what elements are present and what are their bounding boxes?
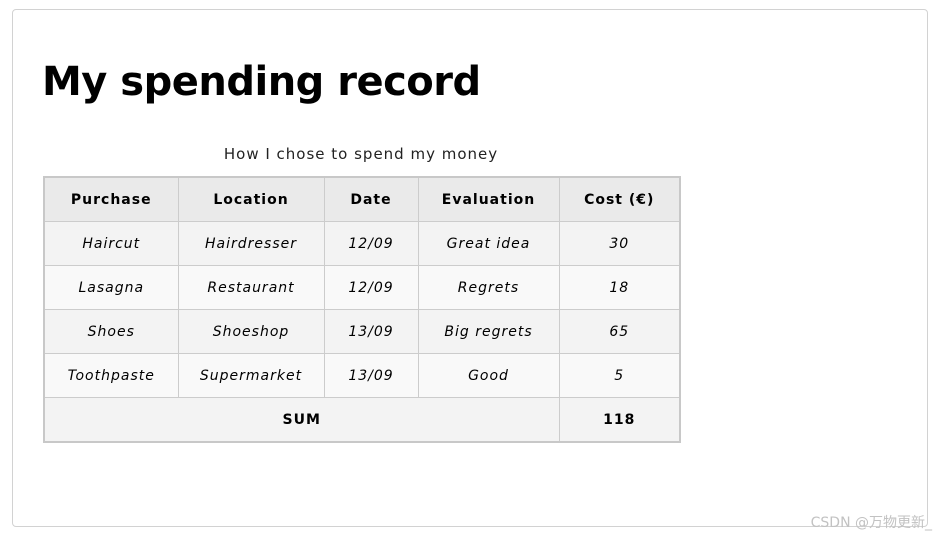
column-header-purchase: Purchase (43, 176, 179, 222)
cell-date: 13/09 (323, 309, 419, 354)
cell-location: Hairdresser (177, 221, 325, 266)
cell-date: 12/09 (323, 221, 419, 266)
table-caption: How I chose to spend my money (223, 145, 499, 163)
table-row: Shoes Shoeshop 13/09 Big regrets 65 (43, 309, 681, 354)
cell-purchase: Shoes (43, 309, 179, 354)
table-footer-row: SUM 118 (43, 397, 681, 443)
cell-date: 12/09 (323, 265, 419, 310)
cell-location: Supermarket (177, 353, 325, 398)
cell-evaluation: Great idea (417, 221, 560, 266)
content-frame: My spending record How I chose to spend … (12, 9, 928, 527)
table-row: Toothpaste Supermarket 13/09 Good 5 (43, 353, 681, 398)
column-header-location: Location (177, 176, 325, 222)
cell-location: Shoeshop (177, 309, 325, 354)
cell-purchase: Toothpaste (43, 353, 179, 398)
spending-table: Purchase Location Date Evaluation Cost (… (43, 176, 681, 443)
cell-location: Restaurant (177, 265, 325, 310)
cell-cost: 30 (558, 221, 681, 266)
table-row: Haircut Hairdresser 12/09 Great idea 30 (43, 221, 681, 266)
column-header-evaluation: Evaluation (417, 176, 560, 222)
cell-evaluation: Big regrets (417, 309, 560, 354)
table-header-row: Purchase Location Date Evaluation Cost (… (43, 176, 681, 222)
cell-purchase: Lasagna (43, 265, 179, 310)
cell-evaluation: Regrets (417, 265, 560, 310)
column-header-cost: Cost (€) (558, 176, 681, 222)
cell-purchase: Haircut (43, 221, 179, 266)
watermark: CSDN @万物更新_ (810, 515, 932, 531)
cell-cost: 5 (558, 353, 681, 398)
sum-label: SUM (43, 397, 560, 443)
table-row: Lasagna Restaurant 12/09 Regrets 18 (43, 265, 681, 310)
cell-evaluation: Good (417, 353, 560, 398)
cell-cost: 18 (558, 265, 681, 310)
sum-total: 118 (558, 397, 681, 443)
cell-cost: 65 (558, 309, 681, 354)
spending-table-container: How I chose to spend my money Purchase L… (43, 141, 681, 443)
cell-date: 13/09 (323, 353, 419, 398)
page-title: My spending record (42, 59, 481, 105)
column-header-date: Date (323, 176, 419, 222)
